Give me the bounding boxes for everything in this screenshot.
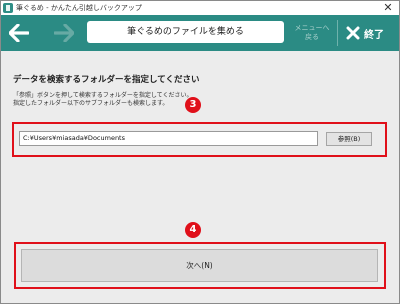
section-heading: データを検索するフォルダーを指定してください xyxy=(13,75,200,85)
folder-path-input[interactable]: C:¥Users¥miasada¥Documents xyxy=(19,131,318,146)
window-title: 筆ぐるめ - かんたん引越しバックアップ xyxy=(16,4,142,12)
forward-button[interactable] xyxy=(51,20,77,46)
callout-badge-4: 4 xyxy=(185,222,201,238)
arrow-left-icon xyxy=(9,24,29,42)
toolbar-divider xyxy=(337,20,338,46)
page-title: 筆ぐるめのファイルを集める xyxy=(87,21,284,43)
close-icon xyxy=(346,26,360,40)
app-icon xyxy=(3,3,13,13)
instructions-line2: 指定したフォルダー以下のサブフォルダーも検索します。 xyxy=(13,100,169,107)
exit-button[interactable]: 終了 xyxy=(341,20,397,46)
back-button[interactable] xyxy=(6,20,32,46)
exit-label: 終了 xyxy=(364,29,384,41)
browse-button[interactable]: 参照(B) xyxy=(326,132,372,146)
title-bar: 筆ぐるめ - かんたん引越しバックアップ ✕ xyxy=(1,1,399,15)
toolbar: 筆ぐるめのファイルを集める メニューへ 戻る 終了 xyxy=(1,15,399,51)
instructions-text: 「参照」ボタンを押して検索するフォルダーを指定してください。 指定したフォルダー… xyxy=(13,92,192,108)
app-window: 筆ぐるめ - かんたん引越しバックアップ ✕ 筆ぐるめのファイルを集める メニュ… xyxy=(0,0,400,304)
back-to-menu-button[interactable]: メニューへ 戻る xyxy=(288,20,336,46)
callout-badge-3: 3 xyxy=(185,97,201,113)
menu-label-line1: メニューへ xyxy=(294,24,330,32)
instructions-line1: 「参照」ボタンを押して検索するフォルダーを指定してください。 xyxy=(13,92,193,99)
menu-label-line2: 戻る xyxy=(305,33,319,41)
next-button[interactable]: 次へ(N) xyxy=(21,249,378,282)
window-close-button[interactable]: ✕ xyxy=(381,1,395,15)
arrow-right-icon xyxy=(54,24,74,42)
